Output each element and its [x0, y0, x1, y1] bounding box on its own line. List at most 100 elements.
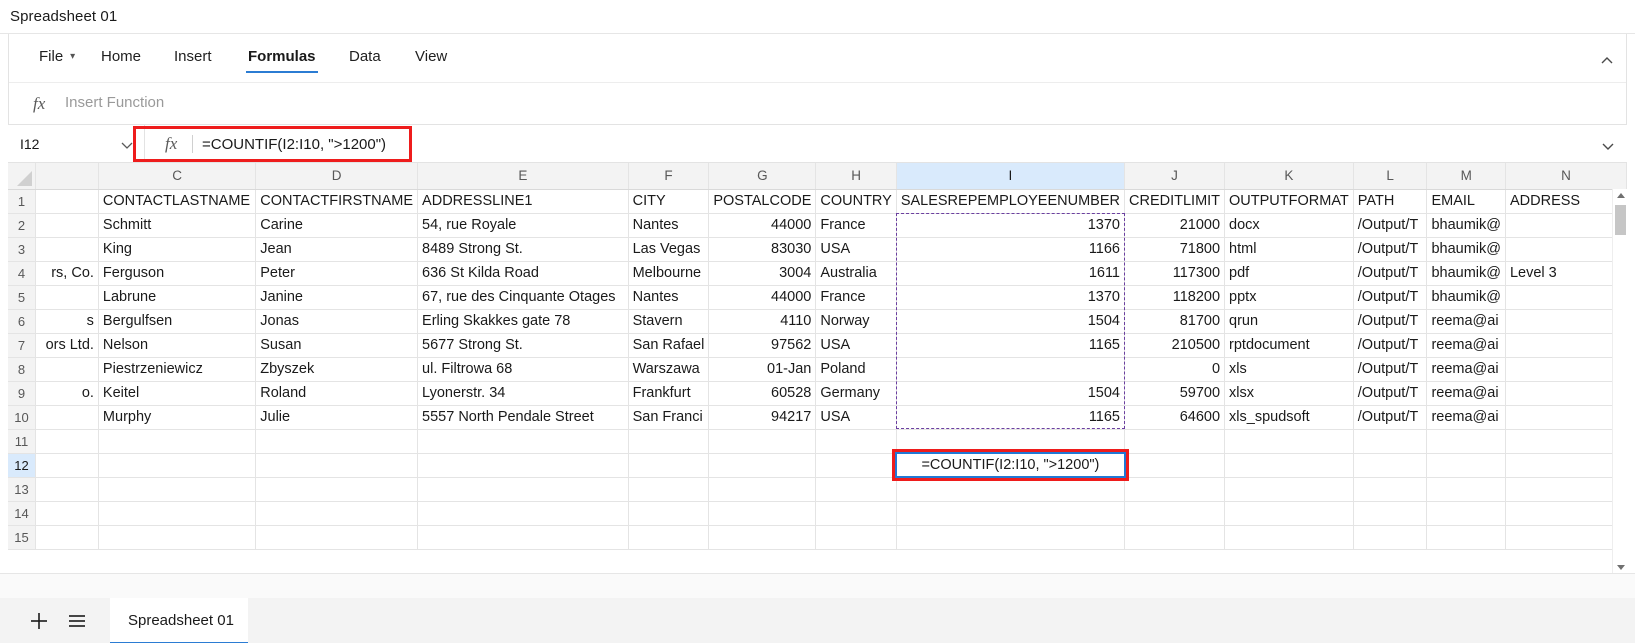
cell-D2[interactable]: Carine	[255, 213, 419, 238]
cell-C5[interactable]: Labrune	[98, 285, 257, 310]
cell-D3[interactable]: Jean	[255, 237, 419, 262]
cell-L3[interactable]: /Output/T	[1353, 237, 1428, 262]
column-header-f[interactable]: F	[628, 163, 710, 190]
cell-I6[interactable]: 1504	[896, 309, 1126, 334]
cell-K10[interactable]: xls_spudsoft	[1224, 405, 1354, 430]
cell-L12[interactable]	[1353, 453, 1428, 478]
column-header-g[interactable]: G	[708, 163, 817, 190]
cell-H6[interactable]: Norway	[815, 309, 897, 334]
cell-L10[interactable]: /Output/T	[1353, 405, 1428, 430]
column-header-h[interactable]: H	[815, 163, 897, 190]
cell-K13[interactable]	[1224, 477, 1354, 502]
cell-E12[interactable]	[417, 453, 629, 478]
cell-L6[interactable]: /Output/T	[1353, 309, 1428, 334]
cell-F15[interactable]	[628, 525, 710, 550]
cell-F11[interactable]	[628, 429, 710, 454]
cell-N9[interactable]	[1505, 381, 1627, 406]
cell-F9[interactable]: Frankfurt	[628, 381, 710, 406]
cell-I5[interactable]: 1370	[896, 285, 1126, 310]
cell-J3[interactable]: 71800	[1124, 237, 1226, 262]
cell-K14[interactable]	[1224, 501, 1354, 526]
cell-G7[interactable]: 97562	[708, 333, 817, 358]
cell-H14[interactable]	[815, 501, 897, 526]
chevron-down-icon[interactable]	[120, 138, 134, 150]
cell-M10[interactable]: reema@ai	[1426, 405, 1506, 430]
cell-D10[interactable]: Julie	[255, 405, 419, 430]
cell-L14[interactable]	[1353, 501, 1428, 526]
cell-I7[interactable]: 1165	[896, 333, 1126, 358]
cell-G5[interactable]: 44000	[708, 285, 817, 310]
cell-G13[interactable]	[708, 477, 817, 502]
cell-J13[interactable]	[1124, 477, 1226, 502]
chevron-up-icon[interactable]	[1599, 53, 1615, 69]
cell-N13[interactable]	[1505, 477, 1627, 502]
cell-H7[interactable]: USA	[815, 333, 897, 358]
cell-H4[interactable]: Australia	[815, 261, 897, 286]
cell-I11[interactable]	[896, 429, 1126, 454]
cell-H5[interactable]: France	[815, 285, 897, 310]
cell-K3[interactable]: html	[1224, 237, 1354, 262]
cell-L11[interactable]	[1353, 429, 1428, 454]
row-header-2[interactable]: 2	[8, 213, 36, 238]
cell-M2[interactable]: bhaumik@	[1426, 213, 1506, 238]
cell-M14[interactable]	[1426, 501, 1506, 526]
cell-E13[interactable]	[417, 477, 629, 502]
name-box[interactable]: I12	[8, 125, 145, 162]
cell-E1[interactable]: ADDRESSLINE1	[417, 189, 629, 214]
row-header-10[interactable]: 10	[8, 405, 36, 430]
cell-b13[interactable]	[35, 477, 99, 502]
cell-E7[interactable]: 5677 Strong St.	[417, 333, 629, 358]
scroll-up-arrow-icon[interactable]	[1613, 189, 1627, 203]
cell-D12[interactable]	[255, 453, 419, 478]
cell-H9[interactable]: Germany	[815, 381, 897, 406]
row-header-8[interactable]: 8	[8, 357, 36, 382]
cell-F12[interactable]	[628, 453, 710, 478]
cell-I2[interactable]: 1370	[896, 213, 1126, 238]
cell-J5[interactable]: 118200	[1124, 285, 1226, 310]
cell-L5[interactable]: /Output/T	[1353, 285, 1428, 310]
cell-H2[interactable]: France	[815, 213, 897, 238]
cell-C9[interactable]: Keitel	[98, 381, 257, 406]
cell-G2[interactable]: 44000	[708, 213, 817, 238]
cell-E3[interactable]: 8489 Strong St.	[417, 237, 629, 262]
cell-H8[interactable]: Poland	[815, 357, 897, 382]
menu-item-view[interactable]: View	[413, 46, 449, 73]
cell-G6[interactable]: 4110	[708, 309, 817, 334]
cell-J6[interactable]: 81700	[1124, 309, 1226, 334]
cell-N3[interactable]	[1505, 237, 1627, 262]
cell-b8[interactable]	[35, 357, 99, 382]
cell-C6[interactable]: Bergulfsen	[98, 309, 257, 334]
cell-H11[interactable]	[815, 429, 897, 454]
cell-M11[interactable]	[1426, 429, 1506, 454]
cell-H3[interactable]: USA	[815, 237, 897, 262]
cell-D5[interactable]: Janine	[255, 285, 419, 310]
cell-C13[interactable]	[98, 477, 257, 502]
row-header-14[interactable]: 14	[8, 501, 36, 526]
cell-N4[interactable]: Level 3	[1505, 261, 1627, 286]
cell-J4[interactable]: 117300	[1124, 261, 1226, 286]
cell-G11[interactable]	[708, 429, 817, 454]
row-header-6[interactable]: 6	[8, 309, 36, 334]
cell-D9[interactable]: Roland	[255, 381, 419, 406]
cell-L9[interactable]: /Output/T	[1353, 381, 1428, 406]
cell-K5[interactable]: pptx	[1224, 285, 1354, 310]
cell-N2[interactable]	[1505, 213, 1627, 238]
cell-E4[interactable]: 636 St Kilda Road	[417, 261, 629, 286]
cell-E14[interactable]	[417, 501, 629, 526]
cell-J1[interactable]: CREDITLIMIT	[1124, 189, 1226, 214]
column-header-j[interactable]: J	[1124, 163, 1226, 190]
cell-F4[interactable]: Melbourne	[628, 261, 710, 286]
row-header-1[interactable]: 1	[8, 189, 36, 214]
cell-G1[interactable]: POSTALCODE	[708, 189, 817, 214]
cell-E5[interactable]: 67, rue des Cinquante Otages	[417, 285, 629, 310]
cell-I9[interactable]: 1504	[896, 381, 1126, 406]
formula-input[interactable]: fx =COUNTIF(I2:I10, ">1200")	[145, 125, 1627, 162]
cell-G14[interactable]	[708, 501, 817, 526]
cell-F5[interactable]: Nantes	[628, 285, 710, 310]
cell-K4[interactable]: pdf	[1224, 261, 1354, 286]
cell-C4[interactable]: Ferguson	[98, 261, 257, 286]
cell-b6[interactable]: s	[35, 309, 99, 334]
cell-N7[interactable]	[1505, 333, 1627, 358]
row-header-5[interactable]: 5	[8, 285, 36, 310]
cell-J9[interactable]: 59700	[1124, 381, 1226, 406]
